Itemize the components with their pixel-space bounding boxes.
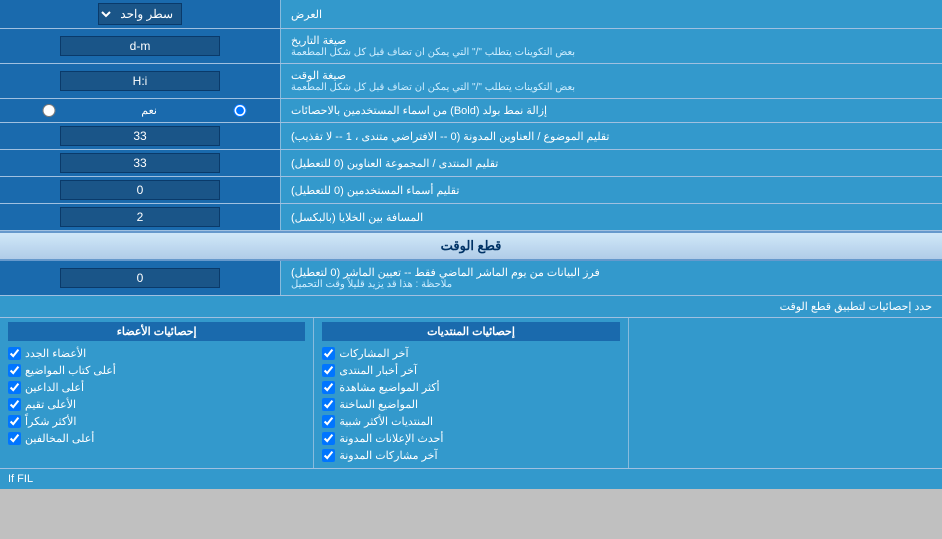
time-format-label: صيغة الوقت بعض التكوينات يتطلب "/" التي … <box>280 64 942 98</box>
user-names-input-cell <box>0 177 280 203</box>
limit-label-row: حدد إحصائيات لتطبيق قطع الوقت <box>0 296 942 318</box>
member-stats-col: إحصائيات الأعضاء الأعضاء الجدد أعلى كتاب… <box>0 318 313 468</box>
checkbox-last-blog-posts: آخر مشاركات المدونة <box>322 447 619 464</box>
forum-header-row: تقليم المنتدى / المجموعة العناوين (0 للت… <box>0 150 942 177</box>
display-mode-select[interactable]: سطر واحد سطران ثلاثة أسطر <box>98 3 182 25</box>
topic-header-input[interactable] <box>60 126 220 146</box>
cutoff-label: فرز البيانات من يوم الماشر الماضي فقط --… <box>280 261 942 295</box>
bold-yes-label: نعم <box>141 104 320 117</box>
bold-no-radio[interactable] <box>0 104 129 117</box>
date-format-input-cell <box>0 29 280 63</box>
forum-header-label: تقليم المنتدى / المجموعة العناوين (0 للت… <box>280 150 942 176</box>
date-format-input[interactable] <box>60 36 220 56</box>
display-mode-cell: سطر واحد سطران ثلاثة أسطر <box>0 0 280 28</box>
forum-stats-col: إحصائيات المنتديات آخر المشاركات آخر أخب… <box>313 318 627 468</box>
cell-gap-input[interactable] <box>60 207 220 227</box>
checkbox-hot-topics-input[interactable] <box>322 398 335 411</box>
forum-header-input-cell <box>0 150 280 176</box>
cell-gap-input-cell <box>0 204 280 230</box>
topic-header-input-cell <box>0 123 280 149</box>
bold-remove-radio-cell: نعم لا <box>0 99 280 122</box>
checkbox-top-violators: أعلى المخالفين <box>8 430 305 447</box>
checkbox-top-posters-input[interactable] <box>8 364 21 377</box>
checkbox-new-members-input[interactable] <box>8 347 21 360</box>
time-format-input-cell <box>0 64 280 98</box>
title-row: العرض سطر واحد سطران ثلاثة أسطر <box>0 0 942 29</box>
user-names-input[interactable] <box>60 180 220 200</box>
checkbox-most-viewed: أكثر المواضيع مشاهدة <box>322 379 619 396</box>
checkbox-latest-announcements-input[interactable] <box>322 432 335 445</box>
time-format-input[interactable] <box>60 71 220 91</box>
checkbox-most-like-forums-input[interactable] <box>322 415 335 428</box>
cutoff-section-header: قطع الوقت <box>0 231 942 261</box>
bold-remove-row: إزالة نمط بولد (Bold) من اسماء المستخدمي… <box>0 99 942 123</box>
checkbox-hot-topics: المواضيع الساخنة <box>322 396 619 413</box>
forum-header-input[interactable] <box>60 153 220 173</box>
forum-stats-header: إحصائيات المنتديات <box>322 322 619 341</box>
bold-yes-radio[interactable] <box>160 104 320 117</box>
checkbox-new-members: الأعضاء الجدد <box>8 345 305 362</box>
cutoff-input[interactable] <box>60 268 220 288</box>
topic-header-label: تقليم الموضوع / العناوين المدونة (0 -- ا… <box>280 123 942 149</box>
checkbox-top-rated-input[interactable] <box>8 398 21 411</box>
user-names-label: تقليم أسماء المستخدمين (0 للتعطيل) <box>280 177 942 203</box>
member-stats-header: إحصائيات الأعضاء <box>8 322 305 341</box>
checkbox-last-posts-input[interactable] <box>322 347 335 360</box>
checkbox-last-blog-posts-input[interactable] <box>322 449 335 462</box>
date-format-label: صيغة التاريخ بعض التكوينات يتطلب "/" الت… <box>280 29 942 63</box>
checkbox-top-inviters: أعلى الداعين <box>8 379 305 396</box>
checkbox-most-like-forums: المنتديات الأكثر شبية <box>322 413 619 430</box>
checkbox-most-thanked: الأكثر شكراً <box>8 413 305 430</box>
topic-header-row: تقليم الموضوع / العناوين المدونة (0 -- ا… <box>0 123 942 150</box>
cutoff-input-cell <box>0 261 280 295</box>
checkbox-forum-news: آخر أخبار المنتدى <box>322 362 619 379</box>
title-label: العرض <box>280 0 942 28</box>
cell-gap-label: المسافة بين الخلايا (بالبكسل) <box>280 204 942 230</box>
checkbox-top-posters: أعلى كتاب المواضيع <box>8 362 305 379</box>
cutoff-row: فرز البيانات من يوم الماشر الماضي فقط --… <box>0 261 942 296</box>
user-names-row: تقليم أسماء المستخدمين (0 للتعطيل) <box>0 177 942 204</box>
checkbox-most-thanked-input[interactable] <box>8 415 21 428</box>
main-container: العرض سطر واحد سطران ثلاثة أسطر صيغة الت… <box>0 0 942 489</box>
if-fil-row: If FIL <box>0 469 942 489</box>
checkbox-top-violators-input[interactable] <box>8 432 21 445</box>
checkboxes-section: إحصائيات المنتديات آخر المشاركات آخر أخب… <box>0 318 942 469</box>
checkbox-top-inviters-input[interactable] <box>8 381 21 394</box>
checkbox-latest-announcements: أحدث الإعلانات المدونة <box>322 430 619 447</box>
date-format-row: صيغة التاريخ بعض التكوينات يتطلب "/" الت… <box>0 29 942 64</box>
empty-col <box>628 318 942 468</box>
cell-gap-row: المسافة بين الخلايا (بالبكسل) <box>0 204 942 231</box>
checkbox-forum-news-input[interactable] <box>322 364 335 377</box>
checkbox-last-posts: آخر المشاركات <box>322 345 619 362</box>
bold-remove-label: إزالة نمط بولد (Bold) من اسماء المستخدمي… <box>280 99 942 122</box>
checkbox-most-viewed-input[interactable] <box>322 381 335 394</box>
bold-no-label: لا <box>0 104 129 117</box>
time-format-row: صيغة الوقت بعض التكوينات يتطلب "/" التي … <box>0 64 942 99</box>
checkbox-top-rated: الأعلى تقيم <box>8 396 305 413</box>
